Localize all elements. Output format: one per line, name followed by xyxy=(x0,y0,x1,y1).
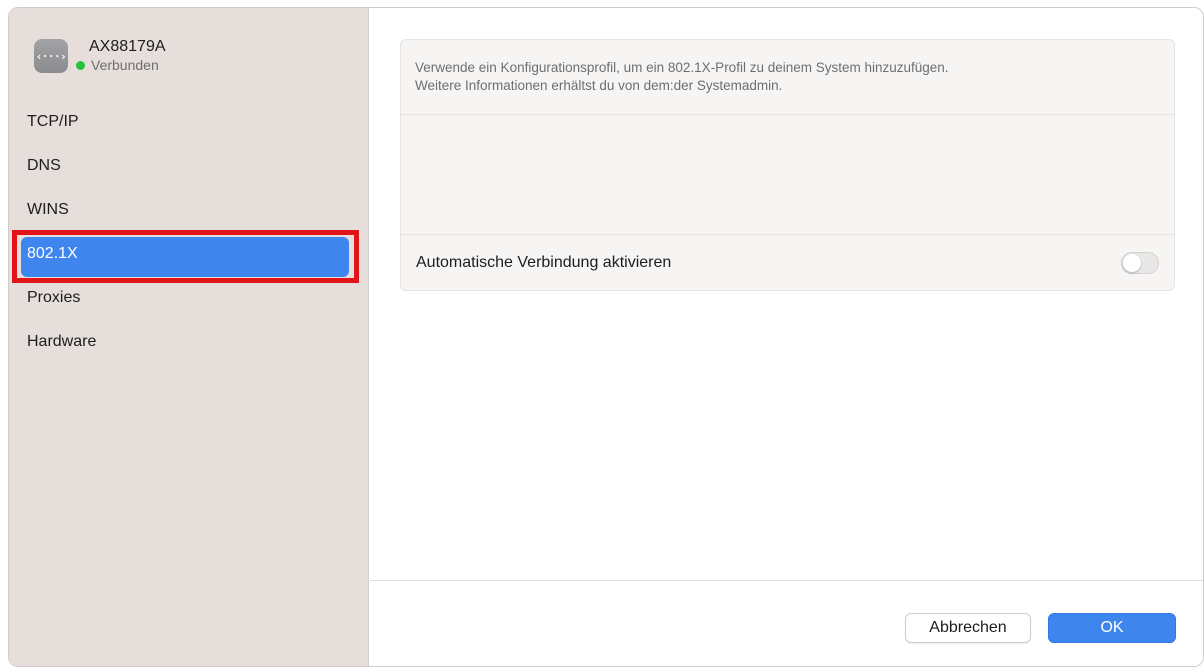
sidebar-item-label: DNS xyxy=(27,157,61,174)
device-status: Verbunden xyxy=(76,56,166,74)
device-header: ‹···› AX88179A Verbunden xyxy=(34,38,166,74)
sidebar-item-label: Proxies xyxy=(27,289,81,306)
device-name: AX88179A xyxy=(89,38,166,55)
cancel-button[interactable]: Abbrechen xyxy=(905,613,1031,643)
device-info: AX88179A Verbunden xyxy=(76,38,166,74)
sidebar-item-proxies[interactable]: Proxies xyxy=(9,276,369,320)
main-content: Verwende ein Konfigurationsprofil, um ei… xyxy=(370,8,1203,666)
sidebar-item-dns[interactable]: DNS xyxy=(9,144,369,188)
info-line-1: Verwende ein Konfigurationsprofil, um ei… xyxy=(415,60,949,75)
sidebar-item-wins[interactable]: WINS xyxy=(9,188,369,232)
auto-connect-toggle[interactable] xyxy=(1121,251,1159,274)
auto-connect-label: Automatische Verbindung aktivieren xyxy=(416,253,672,271)
ethernet-icon: ‹···› xyxy=(34,39,68,73)
status-dot-icon xyxy=(76,60,85,70)
sidebar-item-tcpip[interactable]: TCP/IP xyxy=(9,100,369,144)
info-line-2: Weitere Informationen erhältst du von de… xyxy=(415,78,783,93)
status-text: Verbunden xyxy=(91,57,159,73)
settings-group: Verwende ein Konfigurationsprofil, um ei… xyxy=(400,39,1175,291)
sidebar-item-8021x[interactable]: 802.1X xyxy=(9,230,369,283)
profile-list-area xyxy=(401,115,1174,235)
sidebar-item-label: 802.1X xyxy=(27,245,78,262)
sidebar: ‹···› AX88179A Verbunden TCP/IP DNS WINS xyxy=(9,8,369,666)
sidebar-item-label: Hardware xyxy=(27,333,97,350)
sidebar-item-label: WINS xyxy=(27,201,69,218)
footer-divider xyxy=(370,580,1203,581)
sidebar-item-label: TCP/IP xyxy=(27,113,79,130)
info-text: Verwende ein Konfigurationsprofil, um ei… xyxy=(401,40,1174,115)
ok-button[interactable]: OK xyxy=(1048,613,1176,643)
sidebar-item-hardware[interactable]: Hardware xyxy=(9,320,369,364)
sidebar-nav: TCP/IP DNS WINS 802.1X Proxies Hardware xyxy=(9,100,369,364)
network-settings-dialog: ‹···› AX88179A Verbunden TCP/IP DNS WINS xyxy=(8,7,1204,667)
auto-connect-row: Automatische Verbindung aktivieren xyxy=(401,235,1174,290)
toggle-knob xyxy=(1123,253,1141,272)
